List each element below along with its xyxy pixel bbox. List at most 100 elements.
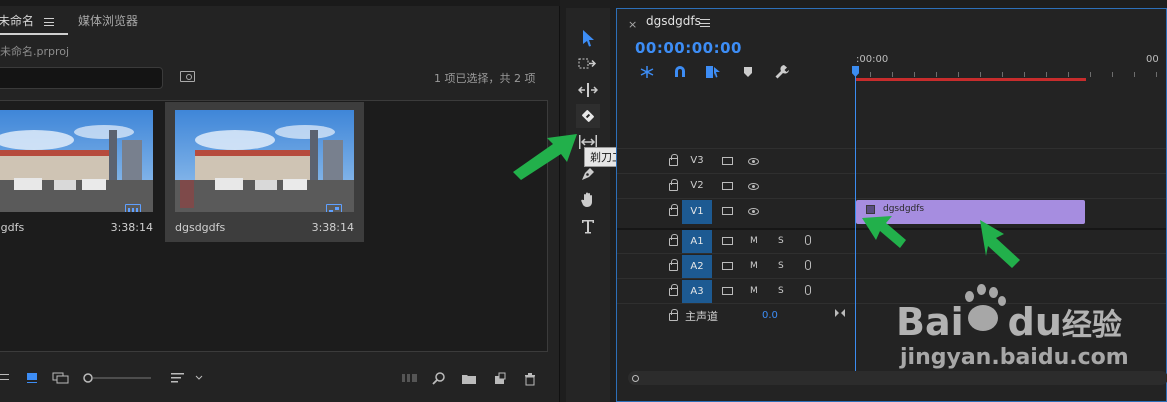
zoom-slider[interactable]: [82, 372, 154, 384]
go-to-end-icon[interactable]: [834, 308, 846, 318]
ruler-tick: [892, 72, 893, 77]
sync-lock-film-icon[interactable]: [722, 157, 733, 165]
project-search-input[interactable]: [0, 67, 163, 89]
watermark-paw-toe: [977, 284, 986, 295]
snap-magnet-icon[interactable]: [672, 65, 688, 79]
track-select-tool[interactable]: [576, 52, 600, 76]
ruler-start-label: :00:00: [856, 54, 889, 65]
close-sequence-icon[interactable]: ×: [628, 18, 637, 31]
voice-over-mic-icon[interactable]: [805, 285, 811, 295]
voice-over-mic-icon[interactable]: [805, 260, 811, 270]
sequence-name: dgsdgdfs: [175, 221, 226, 234]
green-annotation-arrow-icon: [862, 216, 906, 248]
new-search-bin-icon[interactable]: [180, 71, 195, 82]
watermark-logo-text2: du: [1007, 300, 1062, 344]
solo-button[interactable]: S: [778, 236, 784, 246]
sync-lock-film-icon[interactable]: [722, 237, 733, 245]
ripple-edit-tool[interactable]: [576, 78, 600, 102]
watermark-logo-text: Bai: [896, 300, 964, 344]
playhead-timecode[interactable]: 00:00:00:00: [635, 39, 742, 57]
clip-thumbnail: [0, 110, 153, 212]
media-item-selected[interactable]: dgsdgdfs 3:38:14: [165, 102, 364, 242]
ruler-tick: [980, 72, 981, 77]
clip-duration: 3:38:14: [110, 221, 153, 234]
sync-lock-film-icon[interactable]: [722, 182, 733, 190]
ruler-tick: [1046, 72, 1047, 77]
wrench-settings-icon[interactable]: [774, 64, 790, 80]
track-target-a1[interactable]: A1: [682, 230, 712, 253]
toggle-output-eye-icon[interactable]: [748, 158, 759, 165]
clip-name: dgsdgdfs: [0, 221, 25, 234]
selection-tool[interactable]: [576, 26, 600, 50]
watermark-logo: Bai du经验: [896, 300, 1122, 344]
scrollbar-handle[interactable]: [632, 375, 639, 382]
tab-media-browser[interactable]: 媒体浏览器: [78, 12, 138, 29]
toggle-output-eye-icon[interactable]: [748, 208, 759, 215]
hand-tool[interactable]: [576, 188, 600, 212]
linked-selection-icon[interactable]: [705, 65, 721, 79]
lock-icon[interactable]: [669, 204, 678, 216]
master-track-label: 主声道: [685, 310, 718, 323]
solo-button[interactable]: S: [778, 261, 784, 271]
sequence-duration: 3:38:14: [311, 221, 354, 234]
ruler-tick: [1090, 72, 1091, 77]
track-name-v3[interactable]: V3: [682, 150, 712, 172]
lock-icon[interactable]: [669, 234, 678, 246]
list-view-icon[interactable]: [0, 372, 10, 382]
ruler-tick: [1112, 72, 1113, 77]
mute-button[interactable]: M: [750, 286, 758, 296]
track-name-v2[interactable]: V2: [682, 175, 712, 197]
ruler-tick: [958, 72, 959, 77]
track-target-a3[interactable]: A3: [682, 280, 712, 303]
freeform-view-icon[interactable]: [52, 372, 70, 384]
watermark-paw-toe: [989, 287, 998, 298]
icon-view-icon[interactable]: [26, 372, 38, 384]
watermark-paw-toe: [965, 291, 974, 302]
panel-menu-icon[interactable]: [44, 18, 54, 26]
razor-icon: [582, 110, 594, 122]
type-icon: [582, 220, 594, 234]
lock-icon[interactable]: [669, 259, 678, 271]
ruler-tick: [1134, 72, 1135, 77]
clear-trash-icon[interactable]: [523, 372, 537, 386]
mute-button[interactable]: M: [750, 261, 758, 271]
lock-icon[interactable]: [669, 179, 678, 191]
voice-over-mic-icon[interactable]: [805, 235, 811, 245]
watermark-paw-toe: [998, 296, 1006, 306]
media-item[interactable]: dgsdgdfs 3:38:14: [0, 102, 163, 242]
lock-icon[interactable]: [669, 284, 678, 296]
track-target-a2[interactable]: A2: [682, 255, 712, 278]
lock-icon[interactable]: [669, 309, 678, 321]
razor-tool[interactable]: [576, 104, 600, 128]
sync-lock-film-icon[interactable]: [722, 287, 733, 295]
panel-top-bar: [0, 0, 560, 6]
find-icon[interactable]: [432, 372, 446, 386]
playhead-line[interactable]: [855, 66, 856, 374]
sync-lock-film-icon[interactable]: [722, 262, 733, 270]
nest-toggle-icon[interactable]: [639, 65, 655, 79]
tab-project[interactable]: 未命名: [0, 12, 34, 29]
add-marker-icon[interactable]: [742, 66, 754, 78]
solo-button[interactable]: S: [778, 286, 784, 296]
tools-panel: [566, 8, 610, 402]
mute-button[interactable]: M: [750, 236, 758, 246]
selection-arrow-icon: [583, 30, 594, 47]
timeline-menu-icon[interactable]: [700, 19, 710, 27]
sync-lock-film-icon[interactable]: [722, 207, 733, 215]
ruler-tick: [870, 72, 871, 77]
track-target-v1[interactable]: V1: [682, 200, 712, 224]
ruler-tick: [936, 72, 937, 77]
film-icon: [125, 204, 141, 212]
master-volume-value[interactable]: 0.0: [762, 310, 778, 321]
new-bin-icon[interactable]: [461, 372, 477, 386]
timeline-horizontal-scrollbar[interactable]: [628, 371, 1167, 385]
automate-to-sequence-icon[interactable]: [401, 372, 419, 384]
sequence-tab-title[interactable]: dgsdgdfs: [646, 14, 701, 28]
type-tool[interactable]: [576, 214, 600, 238]
ruler-tick: [914, 72, 915, 77]
lock-icon[interactable]: [669, 154, 678, 166]
sort-icon[interactable]: [170, 372, 206, 384]
new-item-icon[interactable]: [493, 372, 507, 386]
toggle-output-eye-icon[interactable]: [748, 183, 759, 190]
ruler-tick: [1024, 72, 1025, 77]
